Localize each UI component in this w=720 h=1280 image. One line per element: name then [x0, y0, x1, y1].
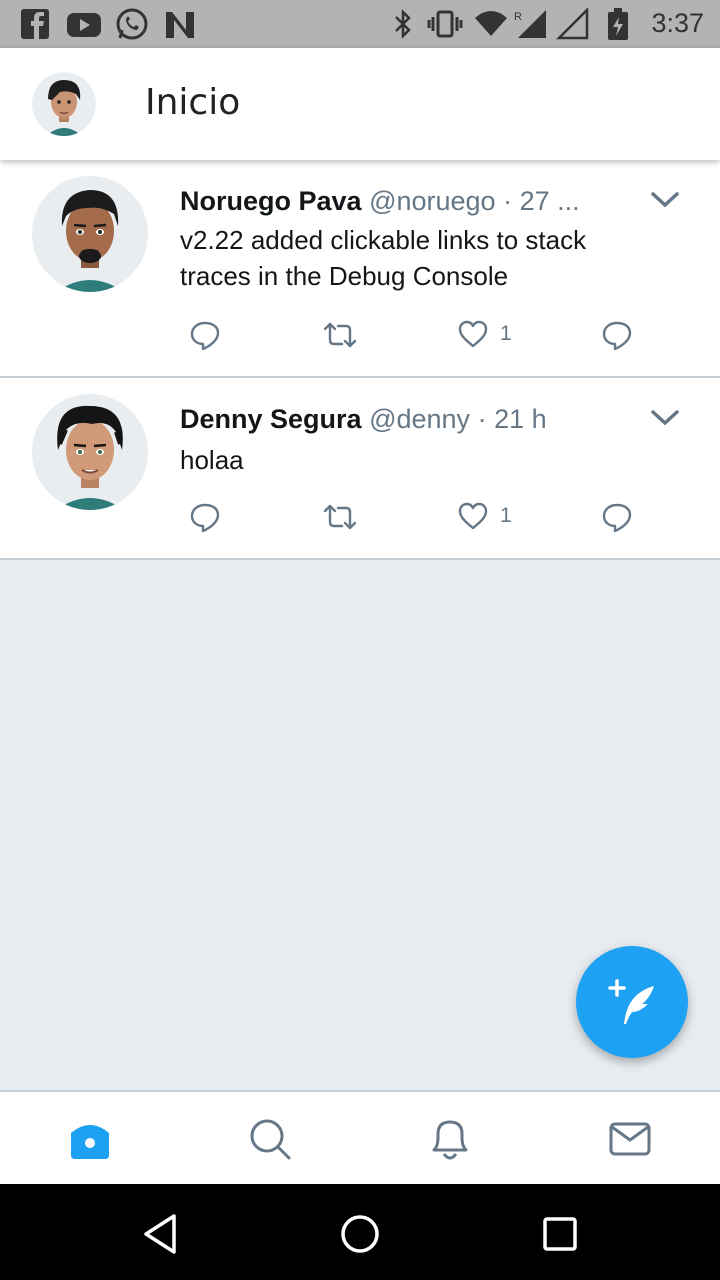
retweet-button[interactable]	[324, 502, 356, 532]
search-icon	[250, 1119, 291, 1160]
facebook-icon	[21, 9, 49, 39]
page-title: Inicio	[145, 82, 241, 123]
app-bar: Inicio	[0, 48, 720, 160]
author-name[interactable]: Noruego Pava	[180, 186, 362, 216]
retweet-button[interactable]	[324, 320, 356, 350]
separator-dot: ·	[477, 404, 487, 434]
like-count: 1	[500, 504, 512, 527]
clock: 3:37	[651, 8, 704, 38]
profile-avatar[interactable]	[32, 72, 96, 136]
tweet-text: holaa	[180, 445, 244, 475]
battery-charging-icon	[608, 8, 628, 40]
reply-button[interactable]	[190, 502, 220, 532]
nav-notifications[interactable]	[425, 1114, 475, 1164]
recents-icon[interactable]	[538, 1212, 582, 1256]
tweet-author-avatar[interactable]	[32, 176, 148, 292]
chevron-down-icon[interactable]	[650, 408, 680, 428]
status-bar: R 3:37	[0, 0, 720, 48]
author-name[interactable]: Denny Segura	[180, 404, 362, 434]
tweet-header: Denny Segura @denny · 21 h	[180, 404, 620, 435]
message-button[interactable]	[602, 320, 632, 350]
tweet-actions: 1	[180, 502, 650, 536]
tweet-actions: 1	[180, 320, 650, 354]
tweet-time: 21 h	[494, 404, 547, 434]
system-navigation-bar	[0, 1184, 720, 1280]
like-count: 1	[500, 322, 512, 345]
message-button[interactable]	[602, 502, 632, 532]
message-bubble-icon	[602, 321, 632, 350]
compose-tweet-button[interactable]	[576, 946, 688, 1058]
bluetooth-icon	[395, 8, 411, 40]
vibrate-icon	[427, 10, 463, 38]
compose-feather-icon	[608, 979, 654, 1024]
messages-icon	[609, 1122, 651, 1156]
heart-icon	[458, 502, 488, 530]
retweet-icon	[324, 504, 356, 530]
nav-home[interactable]	[65, 1114, 115, 1164]
like-button[interactable]: 1	[458, 320, 512, 348]
tweet-text: v2.22 added clickable links to stack tra…	[180, 225, 587, 291]
back-icon[interactable]	[138, 1212, 182, 1256]
n-app-icon	[166, 12, 194, 38]
reply-icon	[190, 503, 220, 532]
notifications-icon	[432, 1120, 468, 1160]
tweet-time: 27 ...	[519, 186, 580, 216]
nav-search[interactable]	[245, 1114, 295, 1164]
author-handle: @denny	[369, 404, 471, 434]
like-button[interactable]: 1	[458, 502, 512, 530]
retweet-icon	[324, 322, 356, 348]
home-circle-icon[interactable]	[338, 1212, 382, 1256]
tweet-author-avatar[interactable]	[32, 394, 148, 510]
timeline: Noruego Pava @noruego · 27 ... v2.22 add…	[0, 160, 720, 560]
tweet-header: Noruego Pava @noruego · 27 ...	[180, 186, 620, 217]
youtube-icon	[67, 13, 101, 37]
nav-messages[interactable]	[605, 1114, 655, 1164]
home-icon	[71, 1125, 109, 1159]
chevron-down-icon[interactable]	[650, 190, 680, 210]
bottom-navigation	[0, 1090, 720, 1184]
signal-icon	[556, 8, 589, 40]
reply-button[interactable]	[190, 320, 220, 350]
tweet-card[interactable]: Noruego Pava @noruego · 27 ... v2.22 add…	[0, 160, 720, 378]
reply-icon	[190, 321, 220, 350]
heart-icon	[458, 320, 488, 348]
whatsapp-icon	[116, 8, 148, 40]
svg-text:R: R	[514, 11, 522, 23]
tweet-card[interactable]: Denny Segura @denny · 21 h holaa 1	[0, 378, 720, 560]
author-handle: @noruego	[369, 186, 496, 216]
signal-roaming-icon: R	[514, 10, 546, 38]
wifi-icon	[475, 11, 507, 36]
message-bubble-icon	[602, 503, 632, 532]
separator-dot: ·	[503, 186, 513, 216]
